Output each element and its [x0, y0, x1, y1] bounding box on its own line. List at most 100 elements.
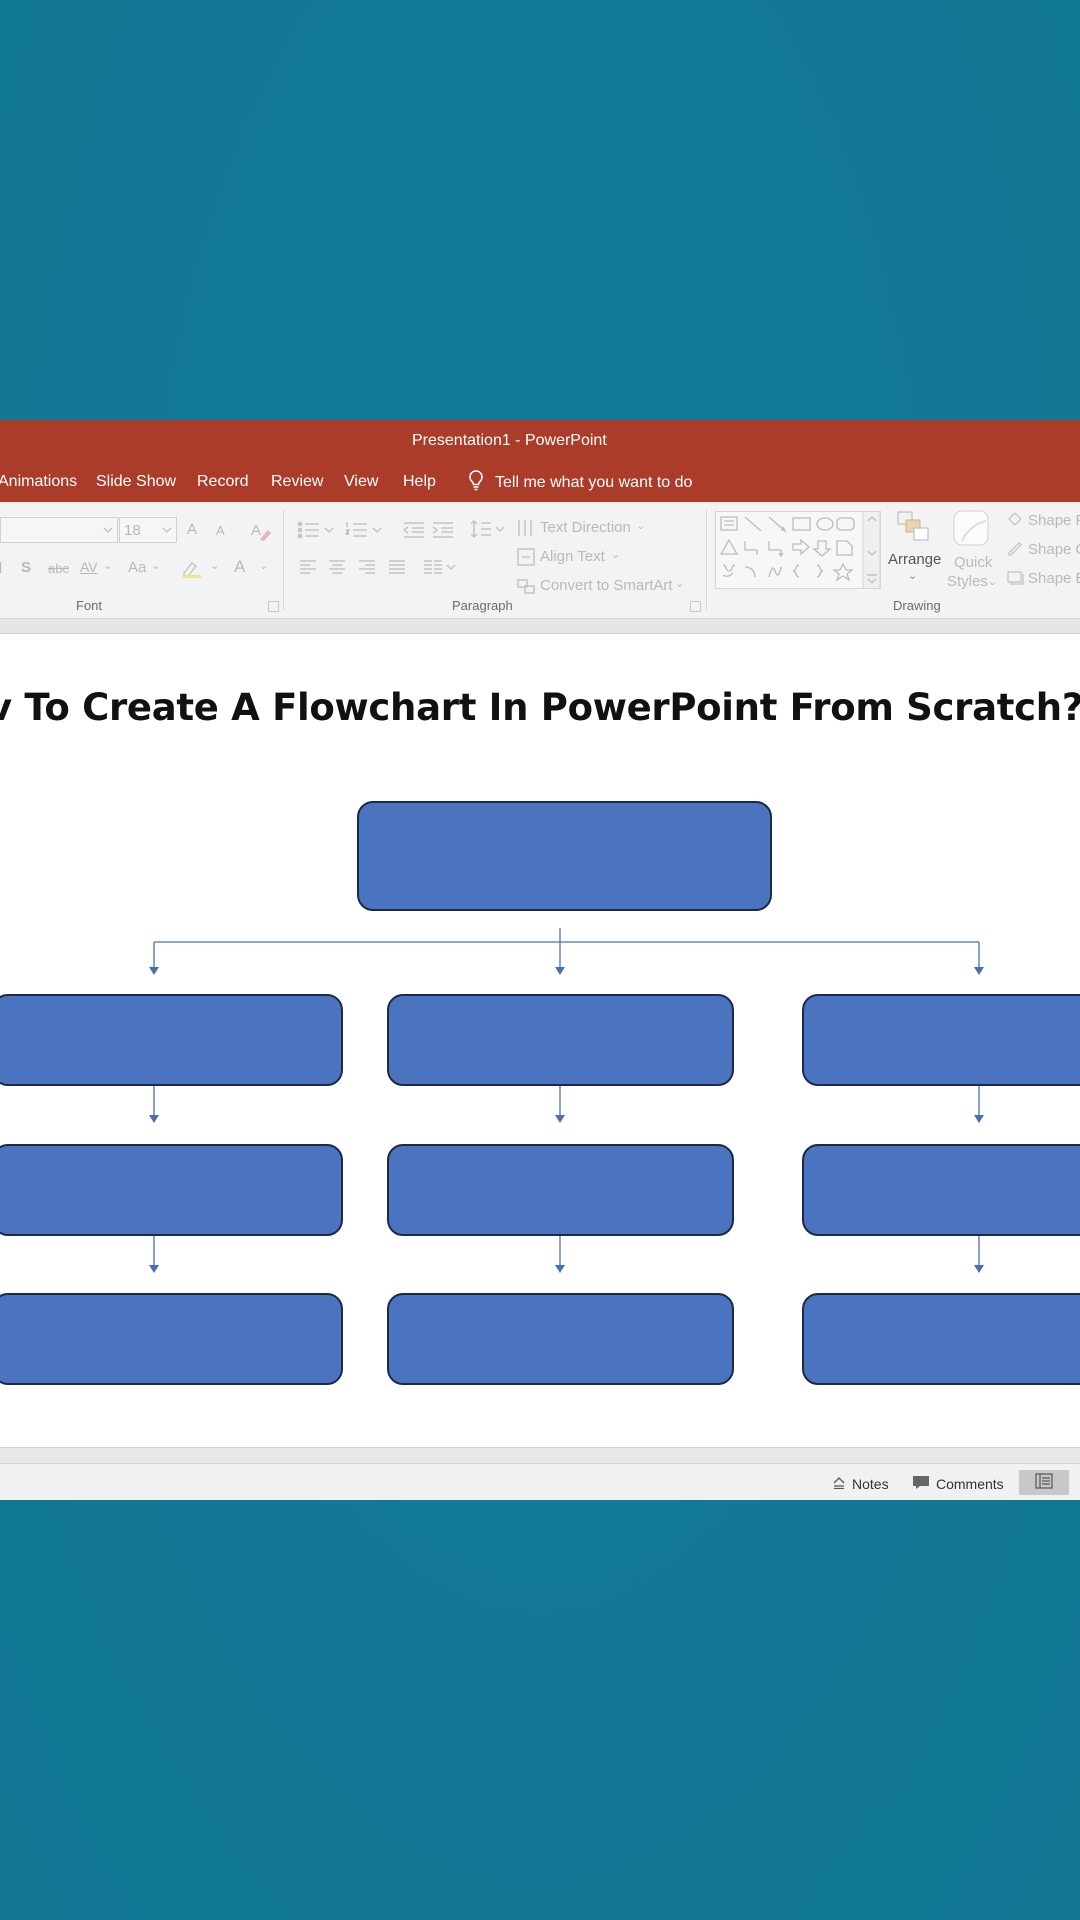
- tell-me-search[interactable]: Tell me what you want to do: [467, 469, 692, 496]
- arrowhead-icon: [555, 967, 565, 975]
- quick-styles-icon[interactable]: [952, 509, 992, 549]
- character-spacing-button[interactable]: AV: [80, 559, 98, 575]
- font-size-value: 18: [124, 522, 141, 539]
- line-spacing-icon[interactable]: [470, 518, 506, 540]
- powerpoint-window: Presentation1 - PowerPoint Animations Sl…: [0, 420, 1080, 1500]
- flowchart-box-row2-right[interactable]: [802, 1144, 1080, 1236]
- flowchart-box-row2-left[interactable]: [0, 1144, 343, 1236]
- arrange-button[interactable]: Arrange: [888, 551, 941, 568]
- notes-icon: [832, 1475, 846, 1492]
- bullets-icon[interactable]: [297, 520, 339, 540]
- arrange-dropdown-icon[interactable]: ⌄: [908, 569, 917, 582]
- smartart-dropdown-icon[interactable]: ⌄: [675, 577, 684, 590]
- justify-icon[interactable]: [388, 559, 406, 575]
- tab-slide-show[interactable]: Slide Show: [96, 473, 176, 491]
- align-right-icon[interactable]: [358, 559, 376, 575]
- highlight-dropdown-icon[interactable]: ⌄: [210, 559, 219, 572]
- ribbon: 18 A A A l S abc AV ⌄ Aa ⌄ ⌄ A ⌄ Font Te…: [0, 502, 1080, 619]
- font-color-dropdown-icon[interactable]: ⌄: [259, 559, 268, 572]
- arrowhead-icon: [149, 967, 159, 975]
- notes-button[interactable]: Notes: [832, 1475, 889, 1492]
- status-bar: Notes Comments: [0, 1463, 1080, 1500]
- shape-outline-icon[interactable]: [1006, 540, 1024, 556]
- shape-fill-icon[interactable]: [1006, 511, 1024, 527]
- flowchart-box-row1-center[interactable]: [387, 994, 734, 1086]
- arrowhead-icon: [974, 967, 984, 975]
- increase-indent-icon[interactable]: [431, 520, 455, 540]
- flowchart-box-row3-left[interactable]: [0, 1293, 343, 1385]
- normal-view-icon: [1035, 1473, 1053, 1492]
- paragraph-group-label: Paragraph: [452, 598, 513, 613]
- shadow-button[interactable]: S: [21, 559, 31, 576]
- text-direction-icon[interactable]: [516, 518, 536, 538]
- flowchart-box-row1-left[interactable]: [0, 994, 343, 1086]
- tab-animations[interactable]: Animations: [0, 473, 77, 491]
- text-direction-dropdown-icon[interactable]: ⌄: [636, 519, 645, 532]
- arrowhead-icon: [149, 1265, 159, 1273]
- connector-line: [153, 1234, 980, 1266]
- separator: [283, 510, 284, 610]
- shape-effects-icon[interactable]: [1006, 569, 1024, 585]
- comments-button[interactable]: Comments: [912, 1475, 1004, 1493]
- align-text-button[interactable]: Align Text: [540, 548, 605, 565]
- text-direction-button[interactable]: Text Direction: [540, 519, 631, 536]
- tab-record[interactable]: Record: [197, 473, 249, 491]
- case-dropdown-icon[interactable]: ⌄: [151, 559, 160, 572]
- flowchart-box-row1-right[interactable]: [802, 994, 1080, 1086]
- comment-icon: [912, 1475, 930, 1493]
- columns-icon[interactable]: [423, 559, 459, 575]
- flowchart-box-top[interactable]: [357, 801, 772, 911]
- clear-formatting-icon[interactable]: A: [249, 519, 271, 541]
- shape-effects-button[interactable]: Shape E: [1028, 570, 1080, 587]
- shape-fill-button[interactable]: Shape F: [1028, 512, 1080, 529]
- flowchart-box-row3-center[interactable]: [387, 1293, 734, 1385]
- lightbulb-icon: [467, 469, 485, 496]
- quick-styles-label-1[interactable]: Quick: [954, 554, 992, 571]
- decrease-indent-icon[interactable]: [402, 520, 426, 540]
- title-bar: Presentation1 - PowerPoint: [0, 420, 1080, 460]
- tab-view[interactable]: View: [344, 473, 378, 491]
- arrowhead-icon: [555, 1265, 565, 1273]
- spacing-dropdown-icon[interactable]: ⌄: [103, 559, 112, 572]
- normal-view-button[interactable]: [1019, 1470, 1069, 1495]
- font-name-box[interactable]: [0, 517, 118, 543]
- grow-font-button[interactable]: A: [187, 521, 197, 538]
- window-title: Presentation1 - PowerPoint: [412, 432, 607, 449]
- horizontal-scrollbar[interactable]: [0, 1447, 1080, 1464]
- font-dialog-launcher[interactable]: [268, 601, 279, 612]
- font-color-button[interactable]: A: [234, 557, 245, 577]
- smartart-icon[interactable]: [516, 576, 536, 596]
- tab-review[interactable]: Review: [271, 473, 323, 491]
- align-left-icon[interactable]: [299, 559, 317, 575]
- quick-styles-label-2[interactable]: Styles: [947, 573, 988, 590]
- arrowhead-icon: [555, 1115, 565, 1123]
- highlight-icon[interactable]: [181, 559, 205, 579]
- align-center-icon[interactable]: [328, 559, 346, 575]
- numbering-icon[interactable]: [345, 520, 387, 540]
- arrowhead-icon: [974, 1115, 984, 1123]
- change-case-button[interactable]: Aa: [128, 559, 146, 576]
- italic-button[interactable]: l: [0, 560, 2, 577]
- align-text-icon[interactable]: [516, 547, 536, 567]
- shape-outline-button[interactable]: Shape O: [1028, 541, 1080, 558]
- quick-styles-dropdown-icon[interactable]: ⌄: [988, 575, 997, 588]
- flowchart-box-row3-right[interactable]: [802, 1293, 1080, 1385]
- ribbon-tabs: Animations Slide Show Record Review View…: [0, 460, 1080, 502]
- flowchart-box-row2-center[interactable]: [387, 1144, 734, 1236]
- font-group-label: Font: [76, 598, 103, 613]
- separator: [706, 510, 707, 610]
- slide-canvas[interactable]: v To Create A Flowchart In PowerPoint Fr…: [0, 634, 1080, 1447]
- shapes-gallery[interactable]: [715, 511, 881, 589]
- arrowhead-icon: [149, 1115, 159, 1123]
- align-text-dropdown-icon[interactable]: ⌄: [611, 548, 620, 561]
- notes-label: Notes: [852, 1475, 889, 1492]
- arrowhead-icon: [974, 1265, 984, 1273]
- convert-smartart-button[interactable]: Convert to SmartArt: [540, 577, 673, 594]
- comments-label: Comments: [936, 1476, 1004, 1492]
- arrange-icon[interactable]: [896, 510, 932, 546]
- tab-help[interactable]: Help: [403, 473, 436, 491]
- tell-me-label: Tell me what you want to do: [495, 473, 693, 491]
- shrink-font-button[interactable]: A: [216, 523, 225, 538]
- paragraph-dialog-launcher[interactable]: [690, 601, 701, 612]
- strikethrough-button[interactable]: abc: [48, 561, 69, 576]
